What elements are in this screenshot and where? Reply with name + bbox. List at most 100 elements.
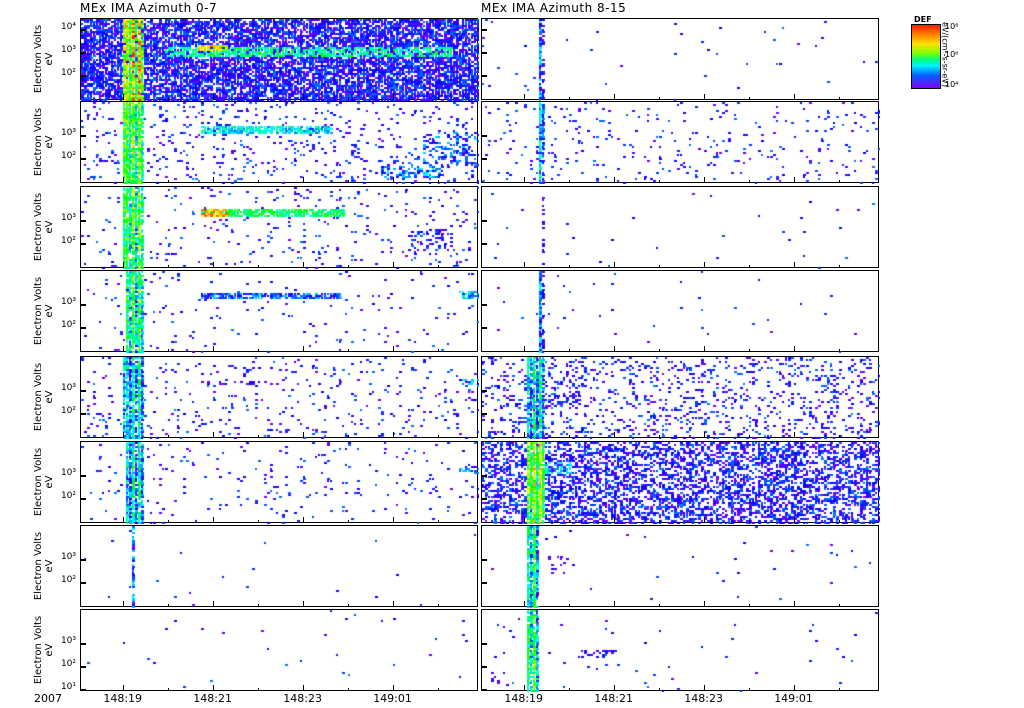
x-minor-tick [523,604,525,607]
spectrogram-panel-left-4 [80,270,479,353]
y-axis-unit: eV [44,52,55,66]
y-tick-mark [481,498,487,500]
spectrogram-panel-right-7 [481,525,880,608]
x-minor-tick [838,97,840,100]
x-minor-tick [167,520,169,523]
spectrogram-heatmap-right-2 [482,102,880,184]
y-tick-mark [481,75,487,77]
x-minor-tick [167,435,169,438]
y-tick-mark [481,29,487,31]
x-minor-tick [523,265,525,268]
x-minor-tick [613,265,615,268]
x-minor-tick [658,349,660,352]
x-minor-tick [658,604,660,607]
y-axis-label: Electron Volts eV [33,610,55,690]
spectrogram-heatmap-right-1 [482,19,880,101]
spectrogram-panel-right-1 [481,18,880,101]
x-minor-tick [392,349,394,352]
spectrogram-panel-left-1 [80,18,479,101]
x-minor-tick [122,265,124,268]
x-minor-tick [658,688,660,691]
x-tick-label: 148:21 [594,692,633,705]
year-label: 2007 [34,692,62,705]
y-tick-mark [80,413,86,415]
y-axis-label: Electron Volts eV [33,271,55,351]
x-minor-tick [257,97,259,100]
y-axis-title: Electron Volts [33,362,44,432]
x-minor-tick [392,520,394,523]
y-tick-mark [481,413,487,415]
x-minor-tick [568,180,570,183]
y-tick-mark [80,29,86,31]
x-minor-tick [212,265,214,268]
x-minor-tick [257,520,259,523]
x-minor-tick [302,435,304,438]
x-minor-tick [212,349,214,352]
x-minor-tick [212,520,214,523]
y-tick-mark [481,304,487,306]
spectrogram-heatmap-left-6 [81,442,479,524]
y-tick-mark [80,220,86,222]
x-minor-tick [523,435,525,438]
spectrogram-heatmap-left-7 [81,526,479,608]
colorbar [911,24,941,89]
spectrogram-heatmap-right-4 [482,271,880,353]
y-tick-mark [481,52,487,54]
x-minor-tick [703,435,705,438]
x-minor-tick [122,435,124,438]
x-minor-tick [167,604,169,607]
x-tick-label: 148:19 [103,692,143,705]
x-minor-tick [122,520,124,523]
spectrogram-heatmap-right-7 [482,526,880,608]
left-column-title: MEx IMA Azimuth 0-7 [80,1,218,15]
x-minor-tick [392,97,394,100]
x-minor-tick [302,349,304,352]
x-minor-tick [392,604,394,607]
x-minor-tick [838,265,840,268]
x-minor-tick [748,265,750,268]
y-axis-label: Electron Volts eV [33,526,55,606]
x-minor-tick [437,435,439,438]
x-minor-tick [167,688,169,691]
x-minor-tick [658,180,660,183]
y-tick-mark [80,582,86,584]
x-minor-tick [838,349,840,352]
y-tick-mark [481,158,487,160]
spectrogram-heatmap-left-4 [81,271,479,353]
x-minor-tick [212,688,214,691]
x-minor-tick [658,265,660,268]
x-minor-tick [257,349,259,352]
x-minor-tick [302,265,304,268]
x-minor-tick [703,349,705,352]
x-minor-tick [613,688,615,691]
y-axis-title: Electron Volts [33,107,44,177]
y-tick-mark [80,158,86,160]
spectrogram-heatmap-left-1 [81,19,479,101]
y-tick-mark [80,475,86,477]
y-axis-unit: eV [44,559,55,573]
x-minor-tick [703,520,705,523]
y-axis-label: Electron Volts eV [33,187,55,267]
y-axis-title: Electron Volts [33,531,44,601]
colorbar-unit-label: eV/(cm²-s-sr-eV) [940,22,950,87]
x-minor-tick [793,180,795,183]
x-minor-tick [703,265,705,268]
x-minor-tick [703,688,705,691]
spectrogram-panel-left-3 [80,186,479,269]
x-minor-tick [347,520,349,523]
x-minor-tick [347,180,349,183]
x-minor-tick [838,604,840,607]
y-tick-mark [80,688,86,691]
x-minor-tick [658,520,660,523]
x-minor-tick [257,688,259,691]
y-tick-mark [80,666,86,668]
y-axis-label: Electron Volts eV [33,442,55,522]
y-tick-mark [481,390,487,392]
x-minor-tick [302,604,304,607]
x-tick-label: 148:23 [283,692,322,705]
x-minor-tick [122,97,124,100]
x-minor-tick [568,265,570,268]
y-axis-unit: eV [44,643,55,657]
x-minor-tick [793,520,795,523]
y-tick-mark [481,475,487,477]
